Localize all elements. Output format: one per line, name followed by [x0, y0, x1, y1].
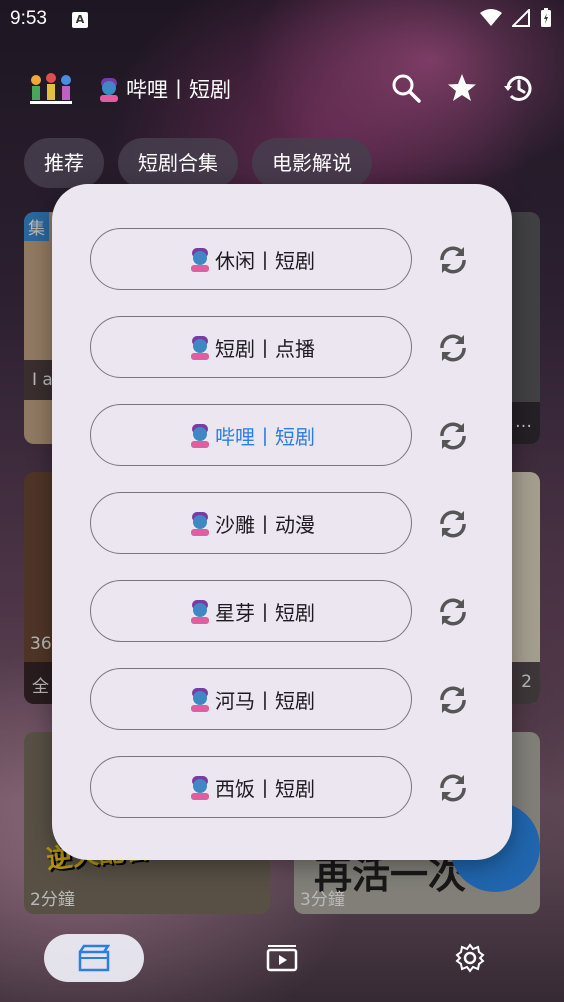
avatar-icon — [191, 424, 209, 448]
source-label: 休闲丨短剧 — [215, 248, 315, 273]
tab-drama-collection[interactable]: 短剧合集 — [118, 138, 238, 188]
refresh-icon[interactable] — [436, 419, 470, 453]
source-row: 西饭丨短剧 — [90, 756, 490, 820]
gear-icon — [455, 943, 485, 973]
avatar-icon — [191, 512, 209, 536]
notification-icon: A — [72, 12, 88, 28]
tab-movie-commentary[interactable]: 电影解说 — [252, 138, 372, 188]
wifi-icon — [480, 9, 502, 26]
battery-icon — [541, 8, 551, 27]
refresh-icon[interactable] — [436, 243, 470, 277]
refresh-icon[interactable] — [436, 771, 470, 805]
history-icon[interactable] — [502, 72, 534, 104]
source-label: 河马丨短剧 — [215, 688, 315, 713]
nav-home[interactable] — [44, 934, 144, 982]
source-button[interactable]: 星芽丨短剧 — [90, 580, 412, 642]
app-header: 哔哩丨短剧 — [0, 60, 564, 116]
source-label: 星芽丨短剧 — [215, 600, 315, 625]
avatar-icon — [100, 78, 118, 102]
source-button[interactable]: 休闲丨短剧 — [90, 228, 412, 290]
source-row: 哔哩丨短剧 — [90, 404, 490, 468]
source-label: 沙雕丨动漫 — [215, 512, 315, 537]
bottom-navigation — [0, 930, 564, 986]
category-tabs: 推荐 短剧合集 电影解说 — [24, 138, 372, 188]
avatar-icon — [191, 248, 209, 272]
source-button[interactable]: 短剧丨点播 — [90, 316, 412, 378]
source-button[interactable]: 西饭丨短剧 — [90, 756, 412, 818]
source-row: 河马丨短剧 — [90, 668, 490, 732]
source-label: 短剧丨点播 — [215, 336, 315, 361]
source-label: 哔哩丨短剧 — [215, 424, 315, 449]
signal-icon — [512, 9, 530, 27]
refresh-icon[interactable] — [436, 507, 470, 541]
film-icon — [78, 944, 110, 972]
status-bar: 9:53 A — [0, 0, 564, 40]
source-button[interactable]: 沙雕丨动漫 — [90, 492, 412, 554]
source-row: 短剧丨点播 — [90, 316, 490, 380]
play-icon — [266, 945, 298, 972]
source-label: 西饭丨短剧 — [215, 776, 315, 801]
page-title: 哔哩丨短剧 — [126, 78, 231, 102]
source-button-selected[interactable]: 哔哩丨短剧 — [90, 404, 412, 466]
current-source-title[interactable]: 哔哩丨短剧 — [96, 74, 231, 104]
source-select-dialog: 休闲丨短剧 短剧丨点播 哔哩丨短剧 沙雕丨动漫 星芽丨短剧 河马丨短剧 西饭丨短… — [52, 184, 512, 860]
status-time: 9:53 — [10, 8, 47, 29]
refresh-icon[interactable] — [436, 331, 470, 365]
avatar-icon — [191, 336, 209, 360]
source-row: 星芽丨短剧 — [90, 580, 490, 644]
source-button[interactable]: 河马丨短剧 — [90, 668, 412, 730]
search-icon[interactable] — [390, 72, 422, 104]
source-row: 休闲丨短剧 — [90, 228, 490, 292]
source-row: 沙雕丨动漫 — [90, 492, 490, 556]
nav-player[interactable] — [262, 934, 302, 982]
avatar-icon — [191, 776, 209, 800]
avatar-icon — [191, 688, 209, 712]
refresh-icon[interactable] — [436, 595, 470, 629]
refresh-icon[interactable] — [436, 683, 470, 717]
avatar-icon — [191, 600, 209, 624]
tab-recommend[interactable]: 推荐 — [24, 138, 104, 188]
nav-settings[interactable] — [450, 934, 490, 982]
star-icon[interactable] — [446, 72, 478, 104]
app-logo-icon — [30, 73, 72, 104]
